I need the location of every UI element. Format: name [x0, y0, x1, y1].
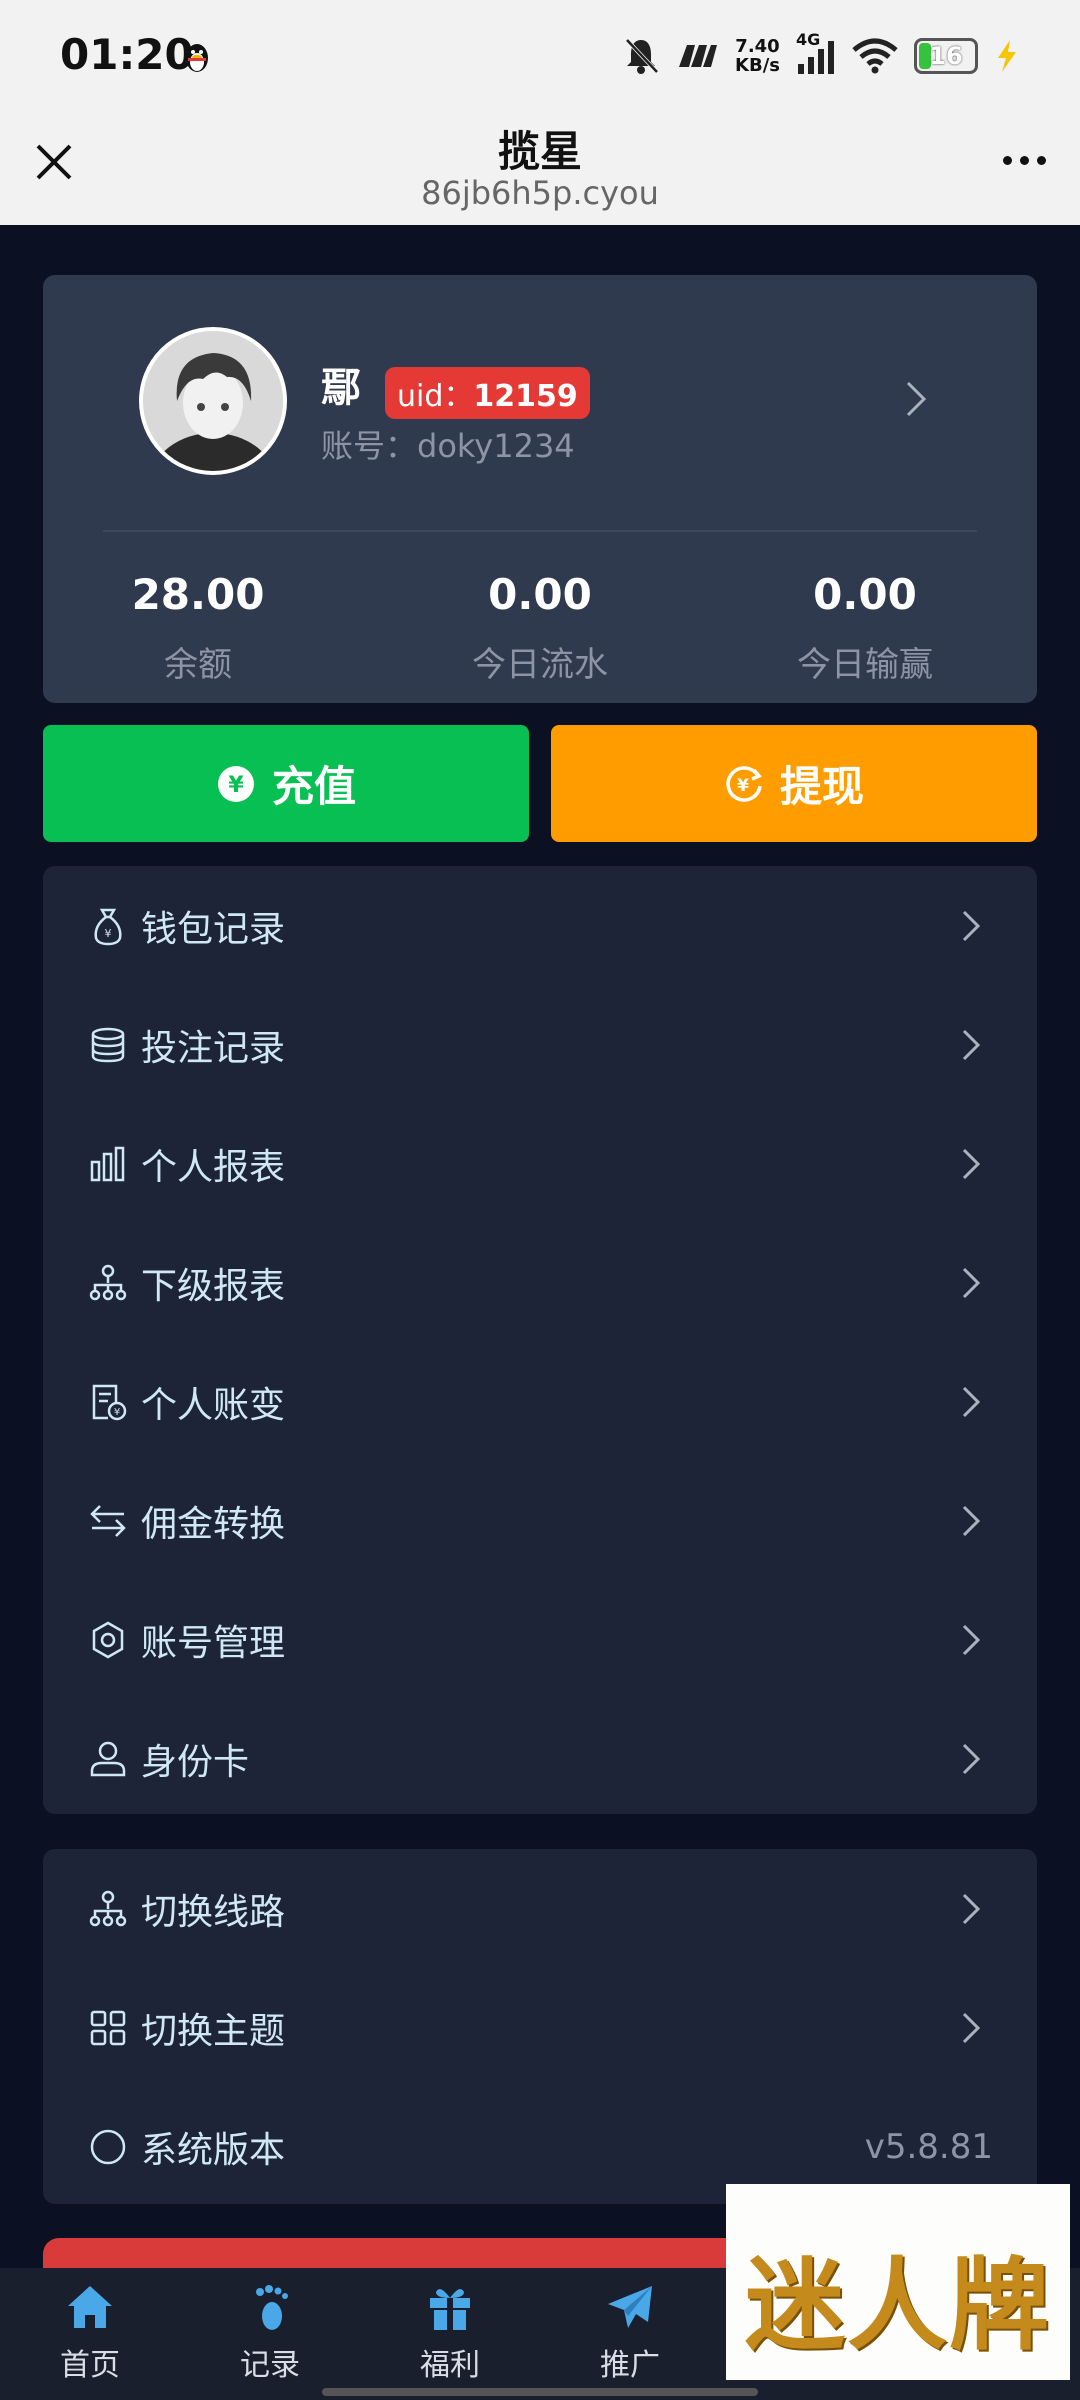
- menu-item-switch-line[interactable]: 切换线路: [43, 1849, 1037, 1968]
- menu-item-label: 投注记录: [141, 1027, 286, 1069]
- version-value: v5.8.81: [864, 2126, 993, 2167]
- chevron-right-icon: [962, 1386, 981, 1417]
- hierarchy-icon: [89, 1264, 127, 1300]
- divider: [103, 530, 977, 532]
- uid-badge: uid：12159: [385, 367, 590, 419]
- withdraw-label: 提现: [779, 762, 864, 811]
- menu-item-label: 个人报表: [141, 1146, 286, 1188]
- menu-item-label: 个人账变: [141, 1384, 286, 1426]
- chevron-right-icon: [962, 1267, 981, 1298]
- status-time: 01:20: [60, 30, 194, 79]
- bar-chart-icon: [90, 1146, 125, 1181]
- swap-icon: [90, 1504, 126, 1537]
- menu-item-bet-records[interactable]: 投注记录: [43, 985, 1037, 1104]
- network-type: 4G: [796, 30, 821, 49]
- menu-item-label: 下级报表: [141, 1265, 286, 1307]
- menu-item-label: 账号管理: [141, 1622, 286, 1664]
- menu-item-account-management[interactable]: 账号管理: [43, 1580, 1037, 1699]
- database-icon: [91, 1027, 125, 1062]
- chevron-right-icon: [962, 1148, 981, 1179]
- svg-text:¥: ¥: [228, 773, 244, 798]
- gesture-bar: [322, 2388, 758, 2396]
- footprint-icon: [256, 2285, 288, 2330]
- gift-icon: [430, 2289, 470, 2330]
- tab-promotion[interactable]: 推广: [570, 2282, 690, 2384]
- home-icon: [68, 2286, 112, 2328]
- menu-item-label: 切换主题: [141, 2010, 286, 2052]
- mute-bell-icon: [625, 38, 659, 74]
- menu-list-main: ¥ 钱包记录 投注记录 个人报表 下级报表 ¥ 个人账变 佣金转换 账号管理 身…: [43, 866, 1037, 1814]
- chevron-right-icon: [962, 1743, 981, 1774]
- circle-icon: [90, 2129, 126, 2164]
- menu-item-identity-card[interactable]: 身份卡: [43, 1699, 1037, 1818]
- chevron-right-icon: [962, 1029, 981, 1060]
- page-title: 揽星: [497, 127, 582, 176]
- tab-welfare[interactable]: 福利: [390, 2282, 510, 2384]
- stat-today-turnover: 0.00 今日流水: [472, 570, 608, 685]
- stat-balance: 28.00 余额: [131, 570, 265, 685]
- more-menu-button[interactable]: [1003, 156, 1046, 165]
- chevron-right-icon: [962, 2012, 981, 2043]
- receipt-icon: ¥: [92, 1384, 127, 1420]
- carrier-logo-icon: [679, 45, 718, 67]
- svg-text:¥: ¥: [737, 776, 749, 796]
- yen-exchange-icon: ¥: [726, 765, 762, 802]
- recharge-button[interactable]: ¥ 充值: [43, 725, 529, 842]
- more-dot-icon: [1003, 156, 1012, 165]
- menu-item-label: 身份卡: [141, 1741, 250, 1783]
- menu-item-label: 佣金转换: [141, 1503, 286, 1545]
- chevron-right-icon: [962, 1624, 981, 1655]
- menu-item-account-changes[interactable]: ¥ 个人账变: [43, 1342, 1037, 1461]
- chevron-right-icon: [962, 1893, 981, 1924]
- yen-coin-icon: ¥: [217, 765, 254, 802]
- charging-icon: [998, 40, 1016, 72]
- net-speed: 7.40 KB/s: [735, 36, 780, 76]
- page-url: 86jb6h5p.cyou: [421, 174, 659, 212]
- menu-item-switch-theme[interactable]: 切换主题: [43, 1968, 1037, 2087]
- user-name: 鄢: [321, 365, 361, 411]
- recharge-label: 充值: [271, 762, 356, 811]
- chevron-right-icon: [962, 1505, 981, 1536]
- chevron-right-icon: [962, 910, 981, 941]
- withdraw-button[interactable]: ¥ 提现: [551, 725, 1037, 842]
- svg-text:¥: ¥: [114, 1407, 120, 1418]
- tab-home[interactable]: 首页: [30, 2282, 150, 2384]
- menu-item-commission-convert[interactable]: 佣金转换: [43, 1461, 1037, 1580]
- battery-icon: 16: [914, 38, 978, 74]
- menu-item-wallet-records[interactable]: ¥ 钱包记录: [43, 866, 1037, 985]
- more-dot-icon: [1020, 156, 1029, 165]
- menu-list-system: 切换线路 切换主题 系统版本 v5.8.81: [43, 1849, 1037, 2204]
- hierarchy-icon: [89, 1890, 127, 1926]
- user-icon: [90, 1741, 126, 1776]
- wifi-icon: [852, 38, 898, 74]
- tab-records[interactable]: 记录: [210, 2282, 330, 2384]
- menu-item-personal-report[interactable]: 个人报表: [43, 1104, 1037, 1223]
- settings-icon: [92, 1621, 124, 1658]
- watermark-logo: 迷人牌: [726, 2184, 1070, 2380]
- menu-item-label: 系统版本: [141, 2129, 286, 2171]
- qq-penguin-icon: [186, 44, 208, 72]
- stat-today-profit: 0.00 今日输赢: [797, 570, 933, 685]
- browser-title-bar: 揽星 86jb6h5p.cyou: [0, 118, 1080, 225]
- menu-item-subordinate-report[interactable]: 下级报表: [43, 1223, 1037, 1342]
- more-dot-icon: [1037, 156, 1046, 165]
- avatar[interactable]: [139, 327, 287, 475]
- paper-plane-icon: [608, 2286, 652, 2328]
- menu-item-label: 钱包记录: [141, 908, 286, 950]
- grid-icon: [90, 2010, 126, 2045]
- menu-item-label: 切换线路: [141, 1891, 286, 1933]
- chevron-right-icon[interactable]: [905, 380, 927, 418]
- avatar-image: [143, 331, 283, 471]
- svg-text:¥: ¥: [105, 927, 112, 940]
- money-bag-icon: ¥: [94, 908, 122, 945]
- status-bar: 01:20 7.40 KB/s 4G 16: [0, 0, 1080, 118]
- profile-card[interactable]: 鄢 uid：12159 账号：doky1234 28.00 余额 0.00 今日…: [43, 275, 1037, 703]
- account-id: 账号：doky1234: [321, 427, 575, 465]
